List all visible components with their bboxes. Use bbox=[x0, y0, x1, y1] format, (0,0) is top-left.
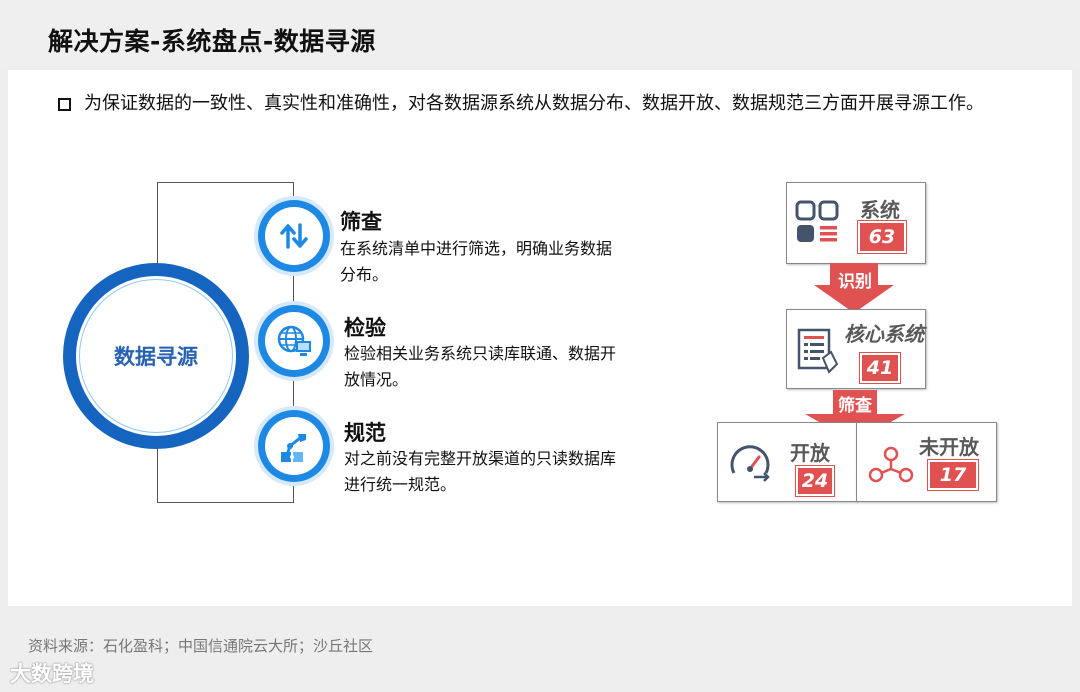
core-label: 数据寻源 bbox=[114, 345, 198, 369]
step-1-desc: 在系统清单中进行筛选，明确业务数据分布。 bbox=[340, 239, 613, 284]
open-box bbox=[717, 422, 857, 502]
source-note: 资料来源：石化盈科；中国信通院云大所；沙丘社区 bbox=[28, 637, 374, 655]
step-3-desc: 对之前没有完整开放渠道的只读数据库进行统一规范。 bbox=[344, 449, 617, 494]
intro-paragraph: 为保证数据的一致性、真实性和准确性，对各数据源系统从数据分布、数据开放、数据规范… bbox=[58, 90, 1018, 118]
step-2-circle bbox=[258, 305, 330, 377]
closed-count-badge: 17 bbox=[927, 459, 979, 491]
speedometer-icon bbox=[730, 445, 770, 482]
identify-arrow-label: 识别 bbox=[838, 272, 872, 292]
bullet-checkbox-icon bbox=[58, 98, 71, 111]
filter-arrow-label: 筛查 bbox=[838, 396, 872, 416]
step-3-circle bbox=[258, 410, 330, 482]
intro-text: 为保证数据的一致性、真实性和准确性，对各数据源系统从数据分布、数据开放、数据规范… bbox=[84, 93, 984, 114]
step-2-desc: 检验相关业务系统只读库联通、数据开放情况。 bbox=[344, 344, 617, 389]
closed-label: 未开放 bbox=[919, 435, 979, 459]
network-nodes-icon bbox=[868, 446, 914, 483]
page-title: 解决方案-系统盘点-数据寻源 bbox=[48, 27, 376, 56]
watermark: 大数跨境 bbox=[10, 662, 94, 686]
robot-arm-puzzle-icon bbox=[281, 434, 306, 462]
step-3-title: 规范 bbox=[344, 421, 386, 445]
sort-arrows-icon bbox=[280, 223, 308, 249]
open-label: 开放 bbox=[790, 441, 830, 465]
step-2-title: 检验 bbox=[344, 316, 386, 340]
grid-list-icon bbox=[795, 200, 839, 242]
step-1-circle bbox=[258, 200, 330, 272]
system-count-badge: 63 bbox=[857, 220, 907, 254]
globe-computer-icon bbox=[277, 325, 311, 356]
core-system-count-badge: 41 bbox=[859, 352, 901, 384]
core-system-label: 核心系统 bbox=[844, 322, 924, 346]
system-label: 系统 bbox=[860, 198, 900, 222]
open-count-badge: 24 bbox=[795, 465, 835, 497]
document-checklist-icon bbox=[797, 328, 839, 374]
step-1-title: 筛查 bbox=[340, 210, 382, 234]
